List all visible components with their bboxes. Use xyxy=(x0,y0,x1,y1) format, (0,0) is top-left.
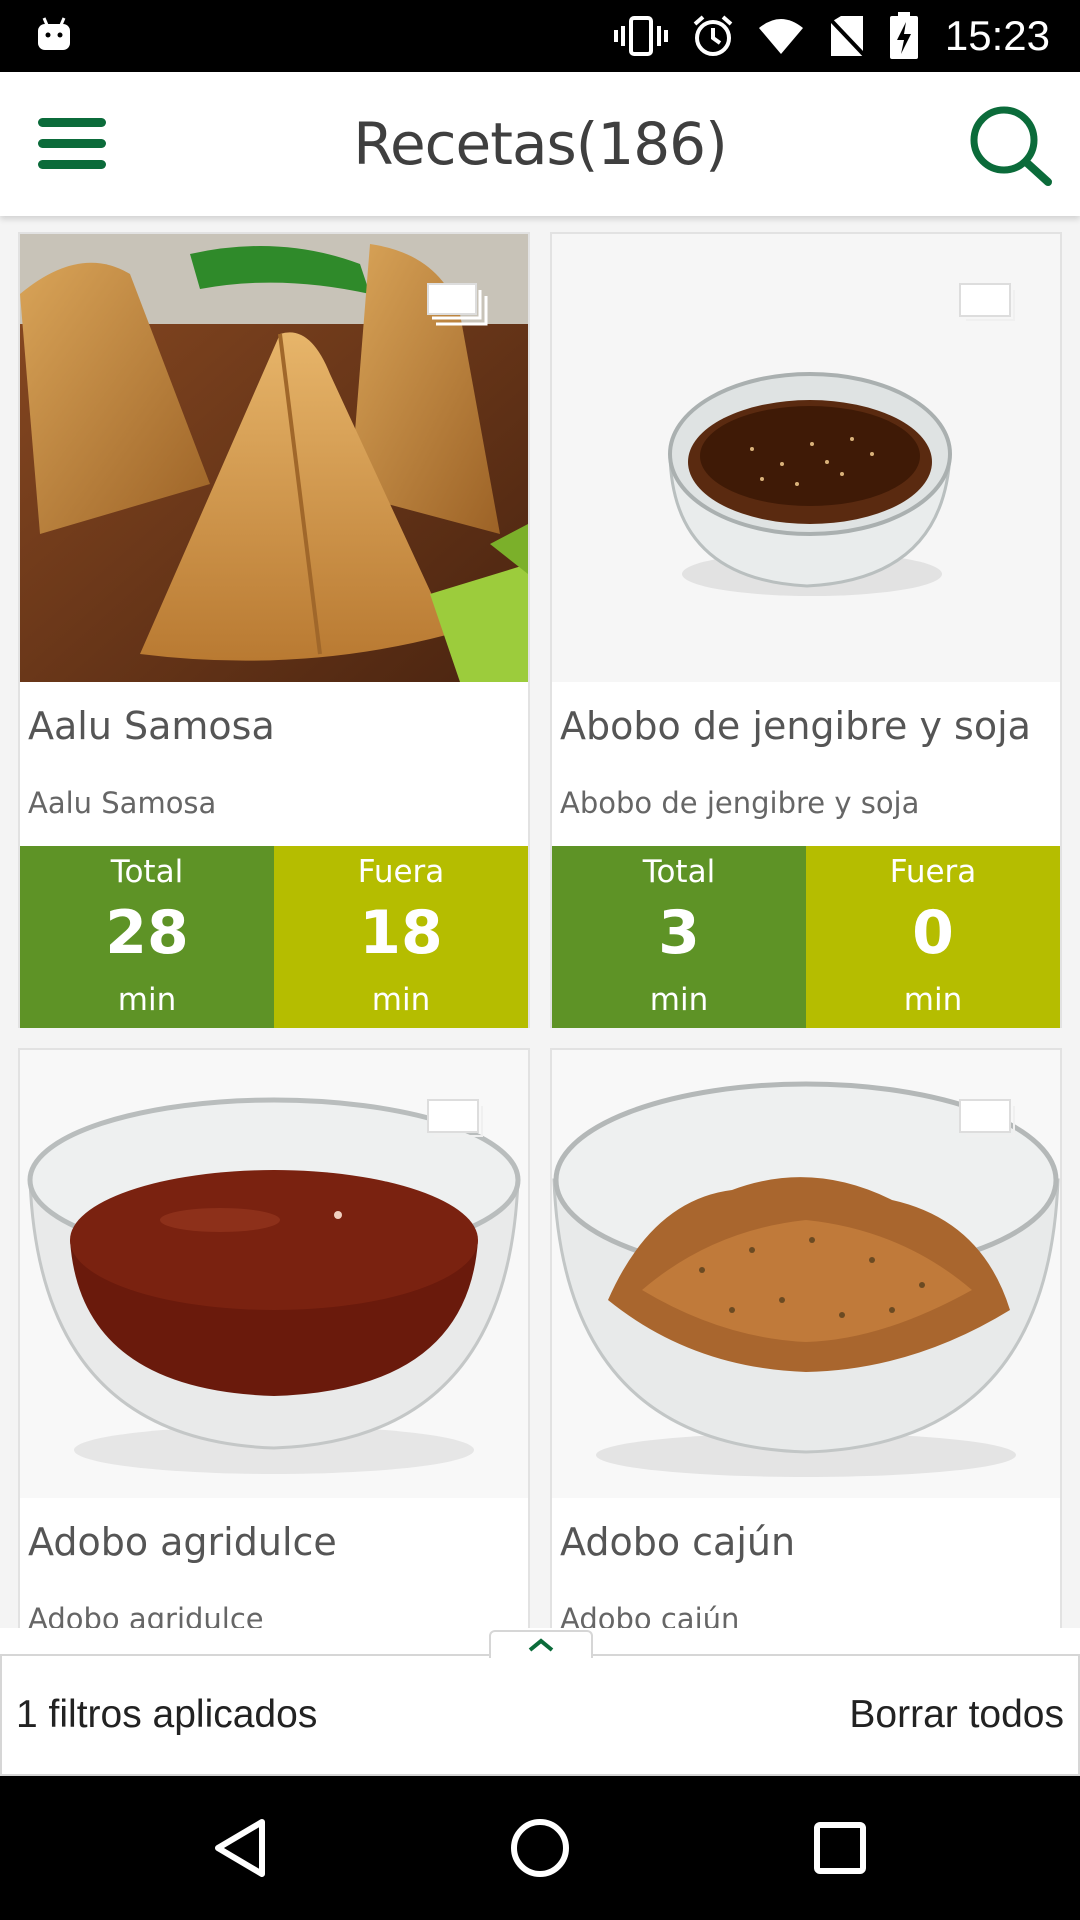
total-value: 3 xyxy=(658,898,700,968)
total-label: Total xyxy=(110,854,184,890)
gallery-icon xyxy=(959,283,1015,321)
recipe-title: Adobo agridulce xyxy=(28,1520,337,1564)
fuera-unit: min xyxy=(903,982,963,1018)
recipe-subtitle: Aalu Samosa xyxy=(28,786,217,820)
wifi-icon xyxy=(758,19,803,54)
recipe-card[interactable]: Aalu Samosa Aalu Samosa Total 28 min Fue… xyxy=(18,232,530,1028)
recipe-subtitle: Adobo agridulce xyxy=(28,1602,264,1628)
fuera-time: Fuera 18 min xyxy=(274,846,528,1028)
filter-expand-button[interactable] xyxy=(489,1630,593,1658)
no-sim-icon xyxy=(827,16,867,58)
fuera-label: Fuera xyxy=(889,854,977,890)
recipe-times: Total 3 min Fuera 0 min xyxy=(552,846,1060,1028)
search-icon xyxy=(970,106,1052,186)
hamburger-menu-icon xyxy=(38,118,106,169)
filter-bar: 1 filtros aplicados Borrar todos xyxy=(0,1654,1080,1776)
recipe-subtitle: Abobo de jengibre y soja xyxy=(560,786,920,820)
gallery-icon xyxy=(959,1099,1015,1137)
recipe-times: Total 28 min Fuera 18 min xyxy=(20,846,528,1028)
total-value: 28 xyxy=(105,898,189,968)
recents-button[interactable] xyxy=(800,1808,880,1888)
home-icon xyxy=(511,1819,569,1877)
total-label: Total xyxy=(642,854,716,890)
total-unit: min xyxy=(117,982,177,1018)
clear-all-button[interactable]: Borrar todos xyxy=(849,1656,1064,1774)
app-bar: Recetas(186) xyxy=(0,72,1080,216)
fuera-value: 18 xyxy=(359,898,443,968)
recipe-subtitle: Adobo cajún xyxy=(560,1602,740,1628)
recipe-card[interactable]: Adobo cajún Adobo cajún xyxy=(550,1048,1062,1628)
recipe-title: Aalu Samosa xyxy=(28,704,275,748)
recipe-grid: Aalu Samosa Aalu Samosa Total 28 min Fue… xyxy=(0,216,1080,1628)
recipe-title: Adobo cajún xyxy=(560,1520,796,1564)
fuera-time: Fuera 0 min xyxy=(806,846,1060,1028)
menu-button[interactable] xyxy=(28,108,116,180)
search-button[interactable] xyxy=(962,98,1058,194)
recipe-title: Abobo de jengibre y soja xyxy=(560,704,1031,748)
status-time: 15:23 xyxy=(944,12,1050,59)
alarm-icon xyxy=(693,15,733,56)
battery-charging-icon xyxy=(889,12,918,59)
gallery-icon xyxy=(427,283,488,326)
back-button[interactable] xyxy=(200,1808,280,1888)
status-bar: 15:23 xyxy=(0,0,1080,72)
fuera-unit: min xyxy=(371,982,431,1018)
fuera-label: Fuera xyxy=(357,854,445,890)
navigation-bar xyxy=(0,1776,1080,1920)
recipe-card[interactable]: Adobo agridulce Adobo agridulce xyxy=(18,1048,530,1628)
total-time: Total 3 min xyxy=(552,846,806,1028)
fuera-value: 0 xyxy=(912,898,954,968)
android-icon xyxy=(38,17,70,50)
filters-applied-text: 1 filtros aplicados xyxy=(16,1693,318,1736)
vibrate-icon xyxy=(613,16,668,56)
home-button[interactable] xyxy=(500,1808,580,1888)
recents-icon xyxy=(814,1822,866,1874)
chevron-up-icon xyxy=(528,1638,554,1652)
page-title: Recetas(186) xyxy=(353,110,727,178)
total-unit: min xyxy=(649,982,709,1018)
total-time: Total 28 min xyxy=(20,846,274,1028)
recipe-card[interactable]: Abobo de jengibre y soja Abobo de jengib… xyxy=(550,232,1062,1028)
gallery-icon xyxy=(427,1099,483,1137)
back-icon xyxy=(215,1819,265,1877)
